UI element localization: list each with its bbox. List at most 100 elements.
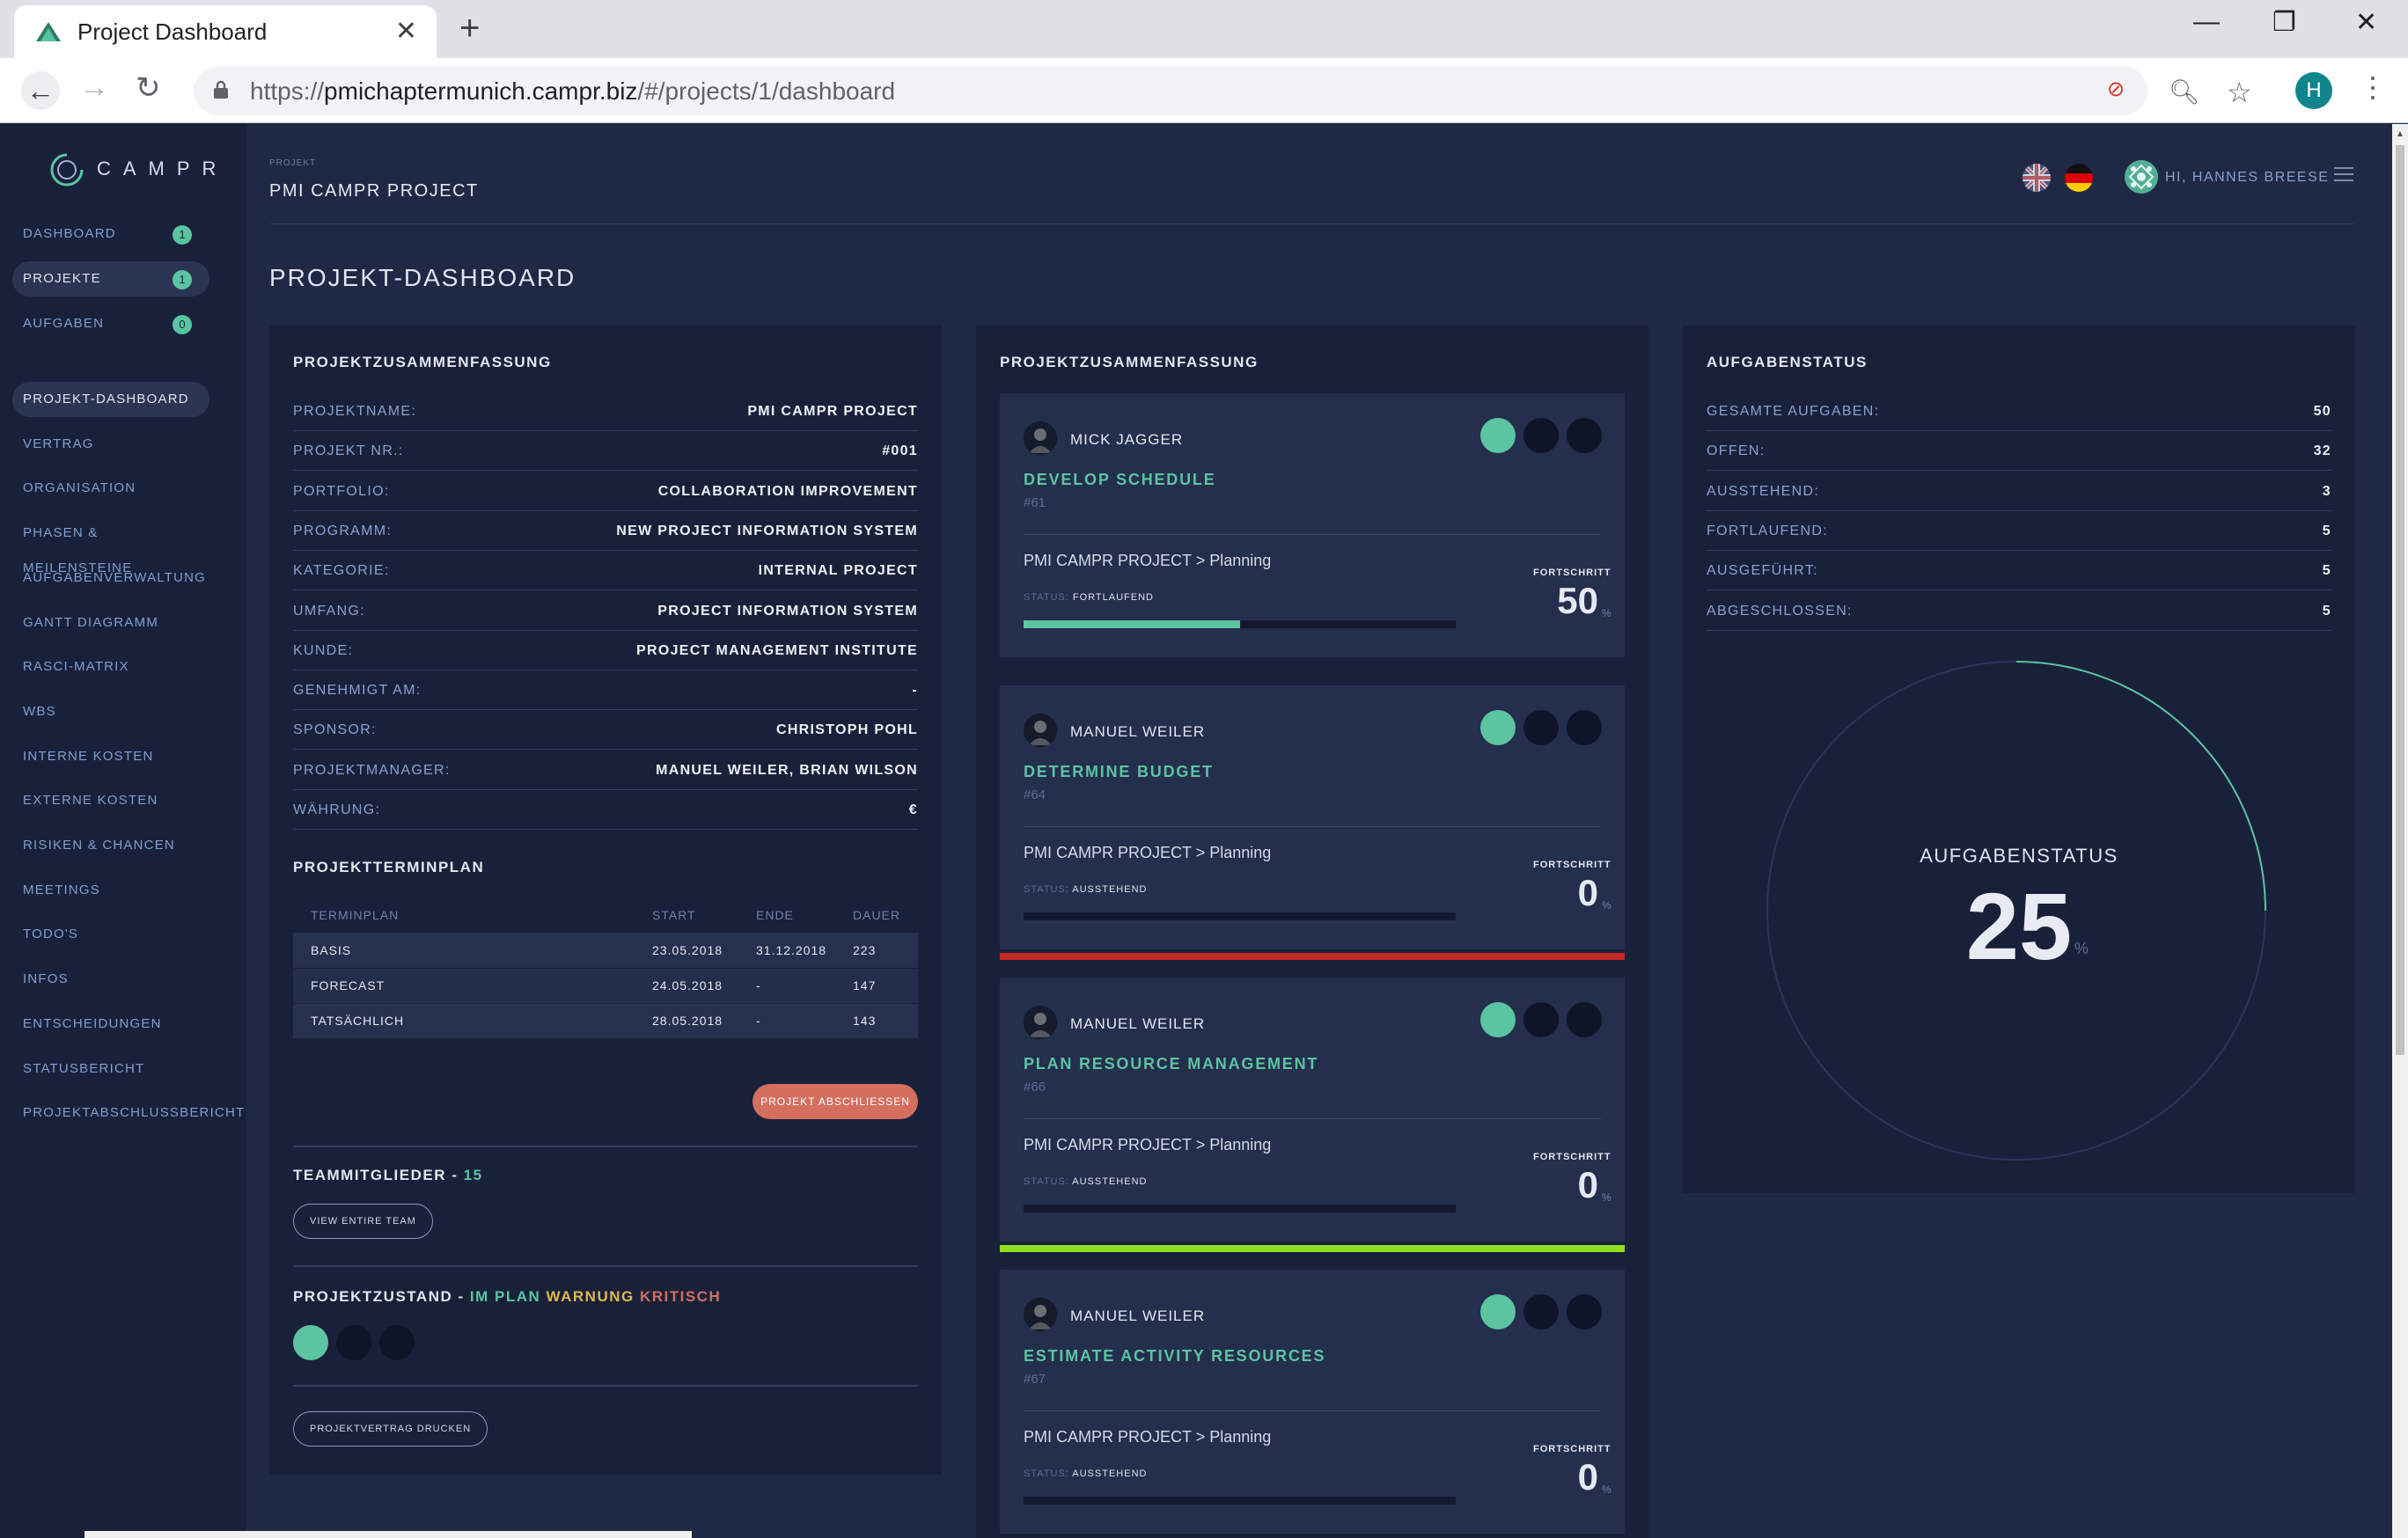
restore-icon[interactable]: ❐: [2272, 7, 2296, 38]
table-cell: BASIS: [293, 933, 635, 969]
new-tab-icon[interactable]: +: [459, 9, 480, 48]
browser-tab[interactable]: Project Dashboard ✕: [14, 5, 437, 58]
status-prefix: STATUS:: [1024, 1468, 1069, 1479]
sidebar-item-project-9[interactable]: EXTERNE KOSTEN: [12, 783, 209, 818]
sidebar-item-project-13[interactable]: INFOS: [12, 962, 209, 997]
sidebar-item-label: PROJEKTE: [23, 271, 101, 286]
tab-close-icon[interactable]: ✕: [395, 16, 417, 47]
sidebar-item-project-12[interactable]: TODO'S: [12, 917, 209, 952]
task-name[interactable]: ESTIMATE ACTIVITY RESOURCES: [1024, 1347, 1325, 1366]
hamburger-menu-icon[interactable]: [2334, 167, 2353, 183]
progress-label: FORTSCHRITT: [1533, 1444, 1611, 1454]
sidebar-item-project-7[interactable]: WBS: [12, 694, 209, 729]
sidebar-item-project-14[interactable]: ENTSCHEIDUNGEN: [12, 1007, 209, 1042]
german-flag-icon[interactable]: [2065, 164, 2093, 192]
sidebar-item-project-3[interactable]: PHASEN & MEILENSTEINE: [12, 516, 209, 575]
summary-row: PORTFOLIO: COLLABORATION IMPROVEMENT: [293, 472, 918, 511]
table-row: TATSÄCHLICH 28.05.2018-143: [293, 1003, 918, 1039]
task-card[interactable]: MANUEL WEILER DETERMINE BUDGET #64 PMI CAMP…: [1000, 685, 1625, 949]
panel-title: PROJEKTZUSAMMENFASSUNG: [293, 354, 552, 370]
team-members-title: TEAMMITGLIEDER - 15: [293, 1167, 483, 1183]
schedule-header: DAUER: [853, 908, 901, 922]
english-flag-icon[interactable]: [2023, 164, 2051, 192]
scroll-up-icon[interactable]: ▲: [2396, 129, 2404, 139]
task-path: PMI CAMPR PROJECT > Planning: [1024, 1136, 1272, 1154]
tab-title: Project Dashboard: [77, 18, 268, 45]
user-avatar[interactable]: [2125, 160, 2158, 194]
sidebar-item-dashboard[interactable]: DASHBOARD 1: [12, 216, 209, 252]
panel-title: PROJEKTZUSAMMENFASSUNG: [1000, 354, 1259, 370]
sidebar-item-label: RASCI-MATRIX: [23, 659, 129, 675]
sidebar-item-project-0[interactable]: PROJEKT-DASHBOARD: [12, 382, 209, 417]
health-ok-label: IM PLAN: [469, 1288, 541, 1305]
project-summary-panel: PROJEKTZUSAMMENFASSUNG PROJEKTNAME: PMI C…: [269, 326, 942, 1475]
sidebar-item-project-11[interactable]: MEETINGS: [12, 873, 209, 908]
sidebar-item-aufgaben[interactable]: AUFGABEN 0: [12, 306, 209, 341]
progress-bar: [1024, 1205, 1456, 1212]
status-label: OFFEN:: [1707, 443, 1766, 459]
back-arrow-icon[interactable]: ←: [21, 71, 60, 110]
task-name[interactable]: DEVELOP SCHEDULE: [1024, 471, 1216, 489]
cookie-blocked-icon[interactable]: ⊘: [2107, 77, 2125, 102]
summary-row: UMFANG: PROJECT INFORMATION SYSTEM: [293, 591, 918, 631]
status-row: AUSSTEHEND: 3: [1707, 472, 2331, 511]
window-close-icon[interactable]: ✕: [2355, 7, 2377, 38]
task-health-dot: [1567, 418, 1602, 453]
table-cell: 223: [835, 933, 918, 969]
sidebar-item-project-1[interactable]: VERTRAG: [12, 427, 209, 462]
task-card[interactable]: MANUEL WEILER PLAN RESOURCE MANAGEMENT #66…: [1000, 978, 1625, 1241]
card-divider: [1024, 534, 1601, 535]
sidebar-item-project-15[interactable]: STATUSBERICHT: [12, 1051, 209, 1087]
close-project-button[interactable]: PROJEKT ABSCHLIESSEN: [752, 1084, 918, 1119]
breadcrumb: PROJEKT: [269, 158, 317, 168]
progress-bar: [1024, 1497, 1456, 1505]
view-team-button[interactable]: VIEW ENTIRE TEAM: [293, 1204, 433, 1239]
progress-label: FORTSCHRITT: [1533, 1152, 1611, 1162]
card-divider: [1024, 1410, 1601, 1411]
bookmark-star-icon[interactable]: ☆: [2227, 76, 2252, 109]
sidebar-item-projekte[interactable]: PROJEKTE 1: [12, 261, 209, 297]
horizontal-scrollbar-thumb[interactable]: [84, 1531, 692, 1538]
progress-unit: %: [1602, 607, 1611, 619]
summary-row: PROGRAMM: NEW PROJECT INFORMATION SYSTEM: [293, 511, 918, 551]
browser-menu-icon[interactable]: ⋮: [2359, 70, 2387, 104]
divider: [293, 1146, 918, 1147]
reload-icon[interactable]: ↻: [136, 70, 161, 106]
summary-row: PROJEKTMANAGER: MANUEL WEILER, BRIAN WILS…: [293, 751, 918, 790]
schedule-header: TERMINPLAN: [311, 908, 400, 922]
sidebar-item-project-2[interactable]: ORGANISATION: [12, 471, 209, 506]
sidebar-item-project-4[interactable]: AUFGABENVERWALTUNG: [12, 560, 209, 596]
status-prefix: STATUS:: [1024, 1176, 1069, 1187]
progress-unit: %: [1602, 1191, 1611, 1204]
task-accent-bar: [1000, 953, 1625, 960]
sidebar-item-project-5[interactable]: GANTT DIAGRAMM: [12, 605, 209, 641]
sidebar-item-project-16[interactable]: PROJEKTABSCHLUSSBERICHT: [12, 1095, 244, 1131]
status-value: 50: [2313, 404, 2331, 419]
health-warning-label: WARNUNG: [546, 1288, 635, 1305]
status-value: AUSSTEHEND: [1072, 1176, 1148, 1187]
scrollbar-thumb[interactable]: [2396, 145, 2404, 1055]
sidebar-item-project-10[interactable]: RISIKEN & CHANCEN: [12, 828, 209, 863]
task-name[interactable]: PLAN RESOURCE MANAGEMENT: [1024, 1055, 1318, 1073]
user-greeting[interactable]: HI, HANNES BREESE: [2165, 170, 2329, 186]
schedule-table: TERMINPLAN START ENDE DAUER BASIS 23.05.2018…: [293, 897, 918, 1039]
task-name[interactable]: DETERMINE BUDGET: [1024, 763, 1214, 781]
zoom-icon[interactable]: 🔍︎: [2169, 77, 2200, 106]
task-owner: MANUEL WEILER: [1070, 1307, 1206, 1324]
print-contract-button[interactable]: PROJEKTVERTRAG DRUCKEN: [293, 1411, 488, 1446]
task-health-dot: [1480, 418, 1516, 453]
minimize-icon[interactable]: —: [2193, 7, 2220, 37]
task-card[interactable]: MANUEL WEILER ESTIMATE ACTIVITY RESOURCES…: [1000, 1270, 1625, 1534]
sidebar-badge: 1: [173, 225, 192, 245]
address-bar[interactable]: https://pmichaptermunich.campr.biz/#/pro…: [194, 66, 2147, 115]
task-status: STATUS: FORTLAUFEND: [1024, 592, 1154, 603]
sidebar-item-project-8[interactable]: INTERNE KOSTEN: [12, 739, 209, 774]
summary-label: WÄHRUNG:: [293, 802, 381, 817]
vertical-scrollbar[interactable]: ▲: [2392, 124, 2408, 1538]
task-card[interactable]: MICK JAGGER DEVELOP SCHEDULE #61 PMI CAMPR …: [1000, 393, 1625, 657]
profile-avatar[interactable]: H: [2295, 72, 2332, 109]
forward-arrow-icon[interactable]: →: [79, 70, 109, 105]
sidebar-item-project-6[interactable]: RASCI-MATRIX: [12, 649, 209, 685]
sidebar-item-label: INFOS: [23, 971, 69, 987]
sidebar-item-label: DASHBOARD: [23, 226, 116, 241]
